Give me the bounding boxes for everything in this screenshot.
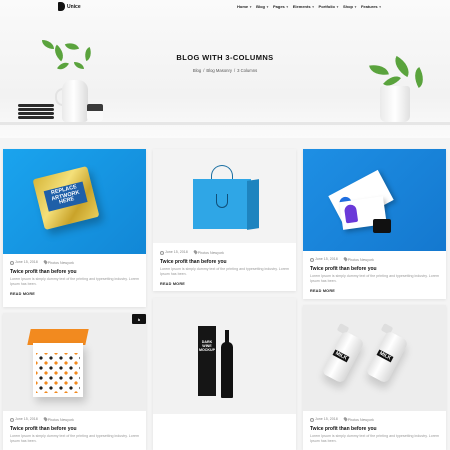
- breadcrumb-item-blog-masonry[interactable]: Blog Masonry: [206, 68, 232, 73]
- post-meta: June 15, 2018 Photos Newyork: [10, 416, 139, 422]
- chevron-down-icon: ▼: [378, 4, 382, 9]
- card-image[interactable]: [153, 149, 296, 243]
- shelf: [0, 122, 450, 125]
- card-image[interactable]: [3, 313, 146, 411]
- post-title[interactable]: Twice profit than before you: [10, 269, 139, 275]
- post-date: June 15, 2018: [310, 417, 338, 422]
- clock-icon: [310, 417, 314, 422]
- post-author[interactable]: Photos Newyork: [42, 259, 74, 265]
- box-pattern: [36, 353, 80, 393]
- blog-card: June 15, 2018 Photos Newyork Twice profi…: [153, 149, 296, 291]
- nav-item-portfolio[interactable]: Portfolio ▼: [319, 4, 339, 9]
- nav-item-features[interactable]: Features ▼: [361, 4, 382, 9]
- stacked-plates: [18, 104, 54, 122]
- chevron-down-icon: ▼: [336, 4, 339, 9]
- nav-label: Shop: [342, 4, 353, 9]
- nav-item-blog[interactable]: Blog ▼: [256, 4, 269, 9]
- nav-item-shop[interactable]: Shop ▼: [343, 4, 357, 9]
- post-excerpt: Lorem Ipsum is simply dummy text of the …: [10, 277, 139, 286]
- post-author[interactable]: Photos Newyork: [342, 256, 374, 262]
- post-excerpt: Lorem Ipsum is simply dummy text of the …: [310, 274, 439, 283]
- post-date: June 15, 2018: [10, 260, 38, 265]
- post-date: June 15, 2018: [160, 250, 188, 255]
- card-image[interactable]: DARK WINE MOCKUP: [153, 298, 296, 414]
- post-meta: June 15, 2018 Photos Newyork: [160, 249, 289, 255]
- breadcrumb-item-blog[interactable]: Blog: [193, 68, 201, 73]
- post-excerpt: Lorem Ipsum is simply dummy text of the …: [160, 267, 289, 276]
- plant-leaf-icon: [64, 40, 80, 53]
- wine-box-label: DARK WINE MOCKUP: [199, 340, 215, 352]
- wine-bottle-mockup: [221, 342, 233, 398]
- post-meta: June 15, 2018 Photos Newyork: [10, 259, 139, 265]
- post-date: June 15, 2018: [310, 257, 338, 262]
- plant-leaf-icon: [42, 40, 54, 49]
- chevron-down-icon: ▼: [353, 4, 357, 9]
- blog-card: MILK MILK June 15, 2018 Photos Newyork T…: [303, 305, 446, 450]
- blog-card: REPLACE ARTWORK HERE June 15, 2018 Photo…: [3, 149, 146, 307]
- read-more-link[interactable]: READ MORE: [10, 292, 139, 296]
- read-more-link[interactable]: READ MORE: [310, 289, 439, 293]
- post-author[interactable]: Photos Newyork: [42, 416, 74, 422]
- chevron-down-icon: ▼: [311, 4, 315, 9]
- nav-label: Features: [360, 4, 378, 9]
- plant-pot: [380, 86, 410, 122]
- post-meta: June 15, 2018 Photos Newyork: [310, 416, 439, 422]
- nav-item-pages[interactable]: Pages ▼: [273, 4, 289, 9]
- card-image[interactable]: REPLACE ARTWORK HERE: [3, 149, 146, 254]
- binder-clip: [373, 219, 391, 233]
- page-hero: Unice Home ▼ Blog ▼ Pages ▼ Elements ▼ Portf…: [0, 0, 450, 138]
- nav-label: Home: [237, 4, 249, 9]
- main-nav: Home ▼ Blog ▼ Pages ▼ Elements ▼ Portfolio ▼ …: [237, 4, 382, 9]
- top-navbar: Unice Home ▼ Blog ▼ Pages ▼ Elements ▼ Portf…: [0, 0, 450, 14]
- post-title[interactable]: Twice profit than before you: [310, 426, 439, 432]
- post-title[interactable]: Twice profit than before you: [10, 426, 139, 432]
- card-shape-icon: [343, 203, 359, 224]
- blog-card: June 15, 2018 Photos Newyork Twice profi…: [3, 313, 146, 450]
- white-vase: [62, 80, 88, 122]
- chevron-down-icon: ▼: [249, 4, 253, 9]
- nav-label: Portfolio: [318, 4, 335, 9]
- card-image[interactable]: [303, 149, 446, 251]
- breadcrumb: Blog / Blog Masonry/3 Columns: [192, 68, 258, 73]
- coffee-cup: [87, 104, 103, 122]
- post-title[interactable]: Twice profit than before you: [160, 259, 289, 265]
- site-logo[interactable]: Unice: [58, 2, 81, 11]
- chevron-down-icon: ▼: [285, 4, 289, 9]
- nav-item-elements[interactable]: Elements ▼: [293, 4, 315, 9]
- blog-card: DARK WINE MOCKUP: [153, 298, 296, 450]
- card-image[interactable]: MILK MILK: [303, 305, 446, 411]
- nav-label: Elements: [292, 4, 311, 9]
- read-more-link[interactable]: READ MORE: [160, 282, 289, 286]
- breadcrumb-item-current: 3 Columns: [237, 68, 258, 73]
- nav-label: Blog: [256, 4, 265, 9]
- clock-icon: [10, 260, 14, 265]
- nav-label: Pages: [272, 4, 285, 9]
- pack-label: REPLACE ARTWORK HERE: [43, 181, 88, 212]
- clock-icon: [310, 257, 314, 262]
- logo-mark-icon: [58, 2, 65, 11]
- brand-badge-icon: b: [132, 314, 146, 324]
- nav-item-home[interactable]: Home ▼: [237, 4, 252, 9]
- post-excerpt: Lorem Ipsum is simply dummy text of the …: [10, 434, 139, 443]
- post-author[interactable]: Photos Newyork: [342, 416, 374, 422]
- clock-icon: [160, 250, 164, 255]
- post-author[interactable]: Photos Newyork: [192, 249, 224, 255]
- coffee-pack-mockup: REPLACE ARTWORK HERE: [32, 165, 100, 231]
- post-title[interactable]: Twice profit than before you: [310, 266, 439, 272]
- clock-icon: [10, 417, 14, 422]
- logo-text: Unice: [67, 3, 81, 10]
- bag-logo-icon: [216, 194, 228, 208]
- wine-box-mockup: DARK WINE MOCKUP: [198, 326, 216, 396]
- post-date: June 15, 2018: [10, 417, 38, 422]
- blog-card: June 15, 2018 Photos Newyork Twice profi…: [303, 149, 446, 299]
- post-excerpt: Lorem Ipsum is simply dummy text of the …: [310, 434, 439, 443]
- chevron-down-icon: ▼: [266, 4, 269, 9]
- bag-side: [247, 179, 259, 230]
- page-title: BLOG WITH 3-COLUMNS: [176, 53, 274, 62]
- post-meta: June 15, 2018 Photos Newyork: [310, 256, 439, 262]
